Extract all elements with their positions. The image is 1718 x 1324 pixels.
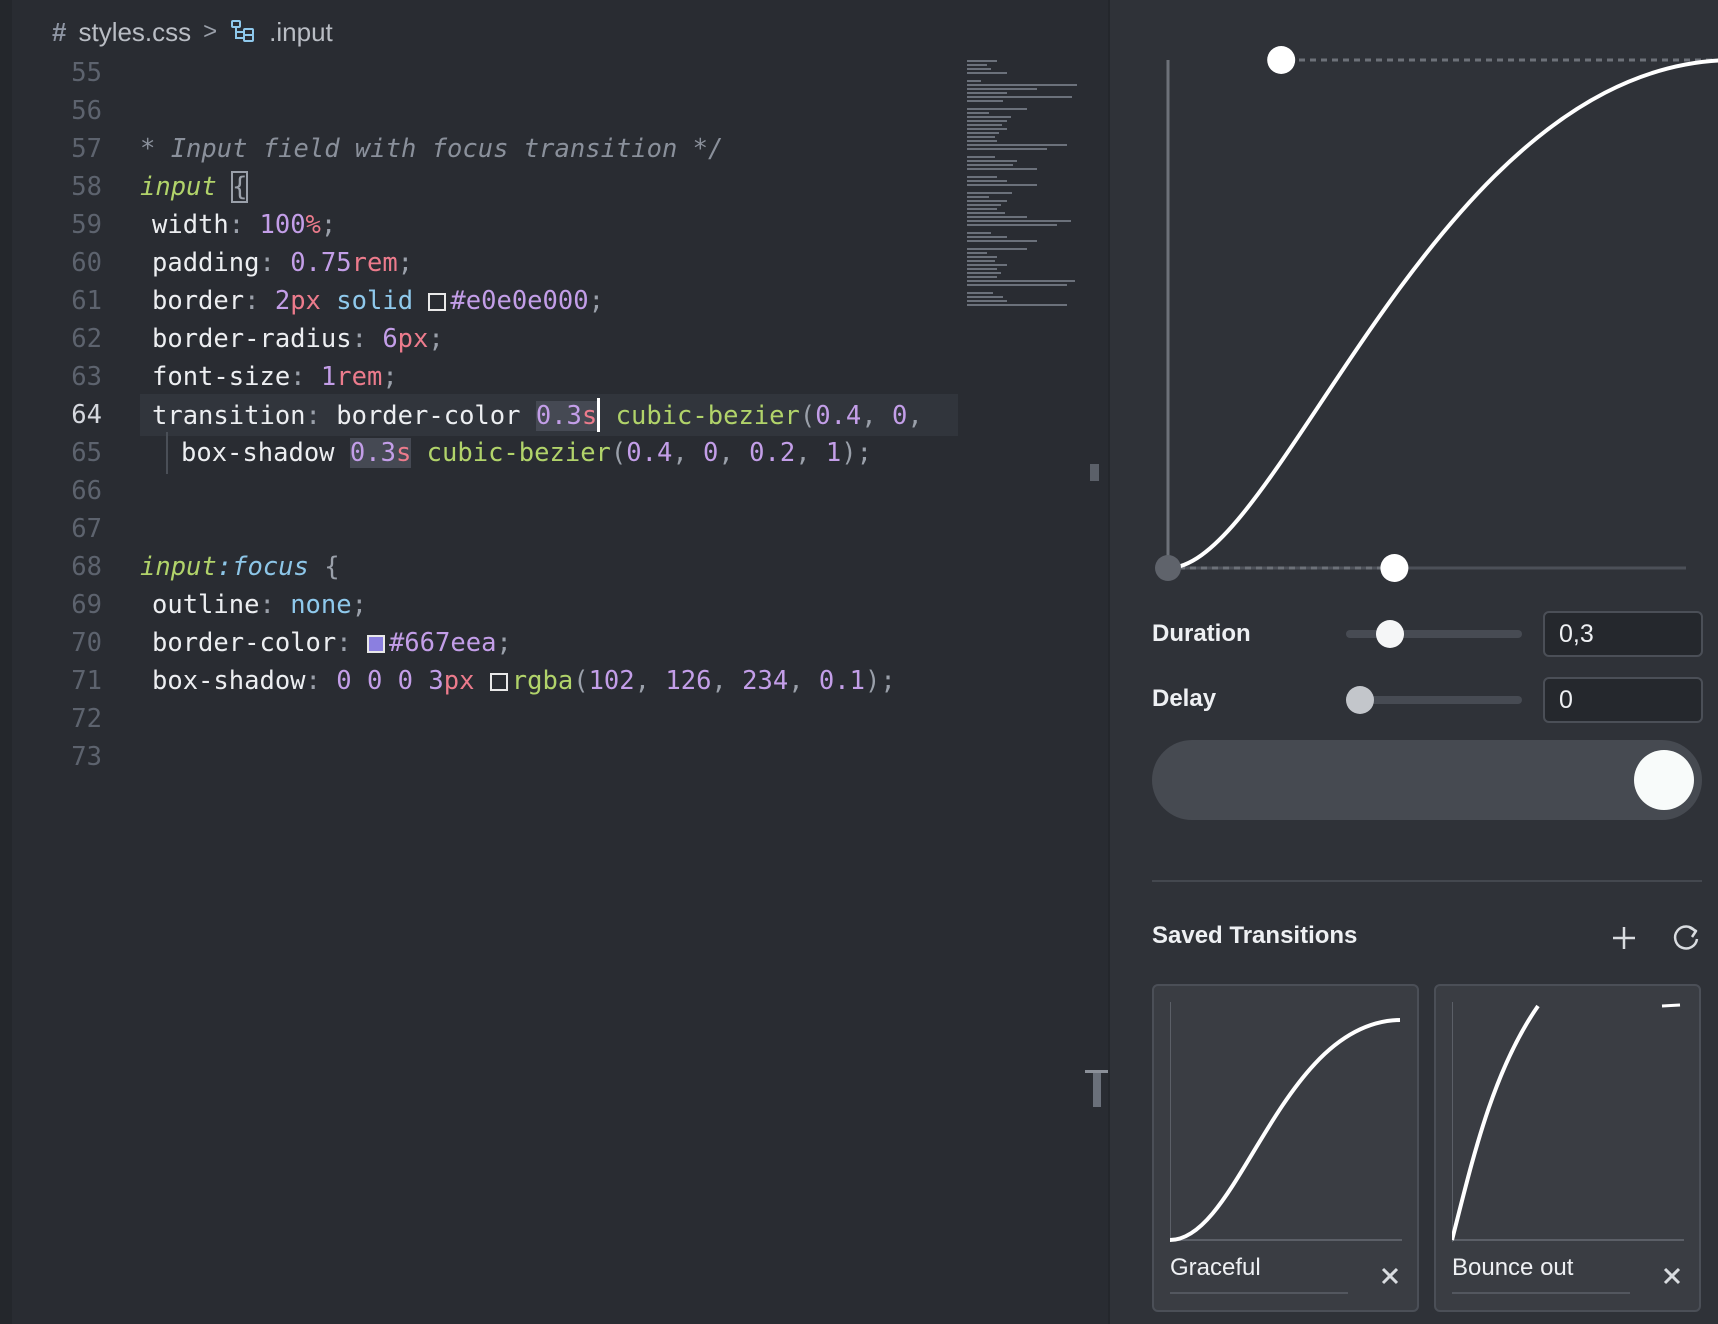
- line-number: 58: [71, 172, 102, 202]
- code-text: border-radius: 6px;: [152, 324, 444, 354]
- indent-guide: [166, 432, 168, 474]
- saved-transitions-title: Saved Transitions: [1152, 922, 1358, 949]
- curve-start-point: [1155, 555, 1181, 581]
- code-text: input:focus {: [140, 552, 340, 582]
- line-number: 73: [71, 742, 102, 772]
- code-line: 68 input:focus {: [0, 546, 960, 588]
- line-number: 59: [71, 210, 102, 240]
- line-number: 66: [71, 476, 102, 506]
- code-text: font-size: 1rem;: [152, 362, 398, 392]
- line-number: 71: [71, 666, 102, 696]
- breadcrumb: # styles.css > .input: [52, 12, 333, 52]
- code-line: 55: [0, 52, 960, 94]
- line-number: 62: [71, 324, 102, 354]
- line-number: 69: [71, 590, 102, 620]
- code-line: 70 border-color: #667eea;: [0, 622, 960, 664]
- line-number: 72: [71, 704, 102, 734]
- delay-label: Delay: [1152, 685, 1217, 712]
- saved-transition-card[interactable]: Bounce out: [1434, 984, 1701, 1312]
- code-line: 65 box-shadow 0.3s cubic-bezier(0.4, 0, …: [0, 432, 960, 474]
- saved-transition-card[interactable]: Graceful: [1152, 984, 1419, 1312]
- line-number: 70: [71, 628, 102, 658]
- code-line-current: 64 transition: border-color 0.3s cubic-b…: [0, 394, 960, 436]
- animation-preview-track[interactable]: [1152, 740, 1702, 820]
- code-text: transition: border-color 0.3s cubic-bezi…: [152, 398, 923, 432]
- code-text: padding: 0.75rem;: [152, 248, 414, 278]
- color-swatch[interactable]: [366, 635, 385, 653]
- line-number: 65: [71, 438, 102, 468]
- line-number: 60: [71, 248, 102, 278]
- bounce-out-curve-thumbnail: [1452, 1002, 1684, 1242]
- code-line: 66: [0, 470, 960, 512]
- code-line: 57 * Input field with focus transition *…: [0, 128, 960, 170]
- line-number: 56: [71, 96, 102, 126]
- code-line: 56: [0, 90, 960, 132]
- close-icon[interactable]: [1364, 1250, 1399, 1286]
- plus-icon[interactable]: [1604, 918, 1644, 958]
- control-handle-2: [1267, 46, 1296, 74]
- scrollbar-thumb[interactable]: [1093, 1073, 1101, 1107]
- code-line: 67: [0, 508, 960, 550]
- color-swatch[interactable]: [428, 293, 447, 311]
- duration-input[interactable]: 0,3: [1543, 611, 1703, 657]
- refresh-icon[interactable]: [1666, 918, 1706, 958]
- card-label-underline: [1452, 1292, 1630, 1294]
- code-line: 72: [0, 698, 960, 740]
- code-line: 73: [0, 736, 960, 778]
- code-line: 60 padding: 0.75rem;: [0, 242, 960, 284]
- delay-input[interactable]: 0: [1543, 677, 1703, 723]
- duration-label: Duration: [1152, 620, 1251, 647]
- graceful-curve-thumbnail: [1170, 1002, 1402, 1242]
- scrollbar-marker: [1090, 464, 1099, 481]
- code-text: input {: [140, 171, 249, 203]
- code-text: border-color: #667eea;: [152, 628, 512, 658]
- line-number: 55: [71, 58, 102, 88]
- code-text: outline: none;: [152, 590, 367, 620]
- section-divider: [1152, 880, 1702, 882]
- code-editor[interactable]: # styles.css > .input 55 56 57 * Input f…: [0, 0, 1109, 1324]
- card-label: Graceful: [1170, 1254, 1261, 1281]
- minimap[interactable]: [965, 60, 1085, 360]
- code-text: width: 100%;: [152, 210, 337, 240]
- line-number: 61: [71, 286, 102, 316]
- text-cursor: [597, 398, 601, 432]
- code-line: 63 font-size: 1rem;: [0, 356, 960, 398]
- line-number: 68: [71, 552, 102, 582]
- control-handle-1: [1380, 554, 1409, 582]
- code-text: box-shadow 0.3s cubic-bezier(0.4, 0, 0.2…: [181, 438, 872, 468]
- delay-slider-knob[interactable]: [1346, 686, 1374, 714]
- color-swatch[interactable]: [489, 673, 508, 691]
- animation-preview-ball: [1634, 750, 1694, 810]
- code-line: 71 box-shadow: 0 0 0 3px rgba(102, 126, …: [0, 660, 960, 702]
- selector-icon: [229, 18, 257, 46]
- breadcrumb-separator: >: [203, 18, 218, 45]
- breadcrumb-symbol[interactable]: .input: [269, 17, 333, 48]
- duration-slider-knob[interactable]: [1375, 620, 1404, 648]
- code-line: 62 border-radius: 6px;: [0, 318, 960, 360]
- breadcrumb-file[interactable]: styles.css: [78, 17, 191, 48]
- line-number: 57: [71, 134, 102, 164]
- card-label: Bounce out: [1452, 1254, 1574, 1281]
- line-number: 67: [71, 514, 102, 544]
- code-line: 69 outline: none;: [0, 584, 960, 626]
- line-number: 63: [71, 362, 102, 392]
- card-label-underline: [1170, 1292, 1348, 1294]
- code-text: box-shadow: 0 0 0 3px rgba(102, 126, 234…: [152, 666, 896, 696]
- code-line: 58 input {: [0, 166, 960, 208]
- duration-slider[interactable]: [1346, 630, 1522, 638]
- code-line: 59 width: 100%;: [0, 204, 960, 246]
- code-text: border: 2px solid #e0e0e000;: [152, 286, 604, 316]
- line-number: 64: [71, 400, 102, 430]
- easing-curve: [1167, 58, 1718, 570]
- css-file-icon: #: [52, 16, 67, 47]
- transition-panel: Duration 0,3 Delay 0 Saved Transitions G…: [1108, 0, 1718, 1324]
- code-line: 61 border: 2px solid #e0e0e000;: [0, 280, 960, 322]
- bezier-curve-editor[interactable]: [1110, 0, 1718, 600]
- close-icon[interactable]: [1646, 1250, 1681, 1286]
- code-comment: * Input field with focus transition */: [140, 134, 724, 164]
